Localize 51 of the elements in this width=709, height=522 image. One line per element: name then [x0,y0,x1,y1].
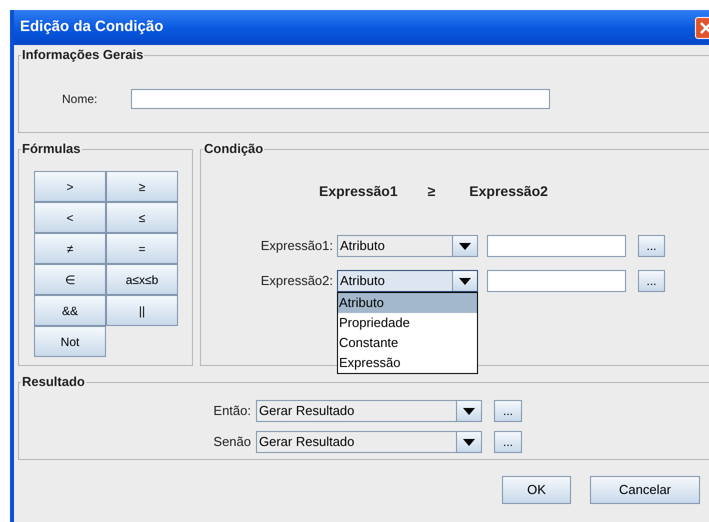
text-field[interactable] [487,235,626,257]
combo-box[interactable]: Atributo [337,235,478,257]
dropdown-button[interactable] [452,271,477,291]
dropdown-button[interactable] [452,236,477,256]
field-label: Nome: [62,91,98,108]
field-label: Expressão1: [260,237,334,256]
operator-button[interactable]: ∈ [34,264,106,295]
dropdown-arrow-icon [463,408,475,414]
dropdown-arrow-icon [459,278,471,284]
operator-button[interactable]: && [34,295,106,326]
window-title: Edição da Condição [20,17,164,38]
browse-button[interactable]: ... [494,400,522,422]
operator-button[interactable]: ≠ [34,233,106,264]
expression-label: Expressão1 [319,182,398,201]
dialog-button[interactable]: OK [502,476,571,504]
dialog-button[interactable]: Cancelar [590,476,700,504]
close-icon [700,22,709,34]
dropdown-arrow-icon [459,242,471,250]
combo-value: Atributo [340,237,385,256]
dropdown-arrow-icon [463,438,475,446]
browse-button[interactable]: ... [494,431,522,453]
section-title: Informações Gerais [22,47,144,62]
section-title: Resultado [22,374,85,389]
section-title: Condição [204,141,264,156]
operator-button[interactable]: || [106,295,178,326]
operator-button[interactable]: < [34,202,106,233]
combo-box[interactable]: Gerar Resultado [256,431,482,453]
operator-button[interactable]: = [106,233,178,264]
field-label: Senão [212,433,252,452]
operator-button[interactable]: a≤x≤b [106,264,178,295]
expression-label: Expressão2 [469,182,548,201]
browse-button[interactable]: ... [638,235,665,257]
operator-button[interactable]: ≥ [106,171,178,202]
field-label: Expressão2: [260,272,334,290]
section-title: Fórmulas [22,141,81,156]
dropdown-button[interactable] [456,432,481,452]
combo-value: Atributo [340,272,385,290]
text-field[interactable] [487,270,626,292]
name-field[interactable] [131,89,550,109]
combo-value: Gerar Resultado [259,402,354,420]
operator-button[interactable]: Not [34,326,106,357]
dropdown-option[interactable]: Atributo [338,293,477,313]
dropdown-button[interactable] [456,401,481,421]
browse-button[interactable]: ... [638,270,665,292]
operator-button[interactable]: ≤ [106,202,178,233]
operator-symbol: ≥ [428,182,436,201]
combo-value: Gerar Resultado [259,433,354,452]
combo-box[interactable]: Gerar Resultado [256,400,482,422]
combo-box[interactable]: Atributo [337,270,478,292]
field-label: Então: [212,402,252,420]
operator-button[interactable]: > [34,171,106,202]
